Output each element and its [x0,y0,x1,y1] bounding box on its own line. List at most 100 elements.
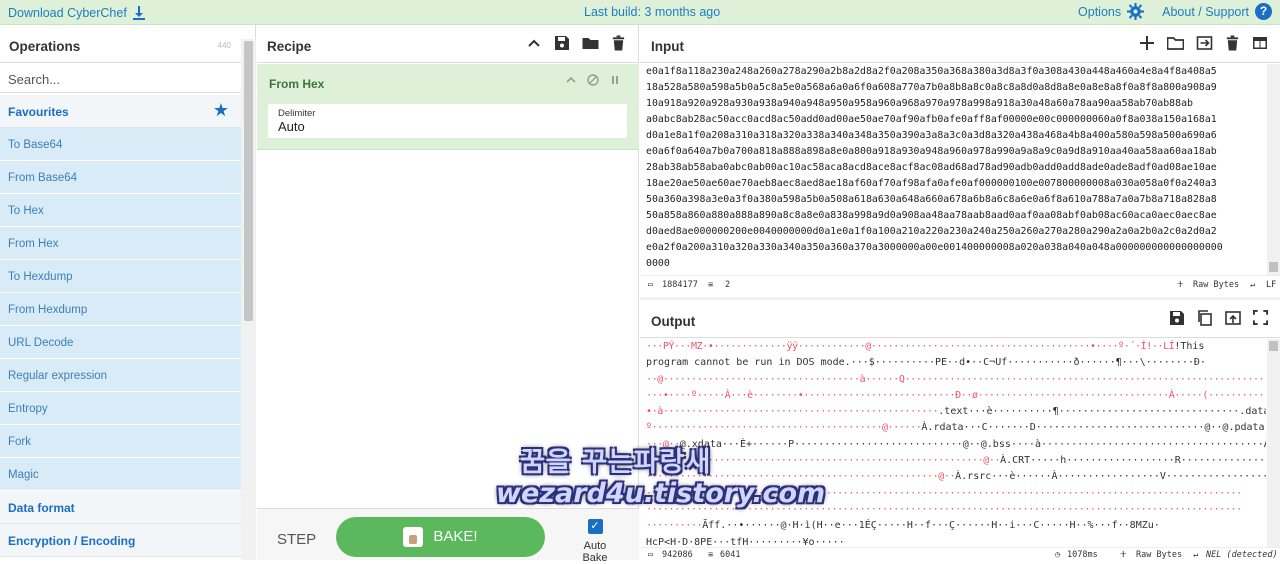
output-scrollbar[interactable] [1267,339,1280,547]
output-header: Output [640,300,1280,338]
input-encoding[interactable]: Raw Bytes [1193,280,1239,290]
bake-button[interactable]: BAKE! [336,517,545,557]
operation-item[interactable]: Magic [0,458,241,491]
output-line-text: @.xdata···È+······P·····················… [679,438,1266,450]
bake-label: BAKE! [433,528,478,545]
add-tab-icon[interactable] [1139,35,1155,51]
input-length: 1884177 [662,280,698,290]
operation-item[interactable]: Regular expression [0,359,241,392]
output-line: program cannot be run in DOS mode.···$··… [646,355,1266,371]
gear-icon[interactable] [1127,3,1145,20]
encoding-icon: ⵜ [1177,280,1184,290]
download-link[interactable]: Download CyberChef [8,5,147,21]
operation-item[interactable]: URL Decode [0,326,241,359]
delimiter-value: Auto [278,119,305,134]
operation-label: Data format [8,501,75,515]
input-textarea[interactable]: e0a1f8a118a230a248a260a278a290a2b8a2d8a2… [646,64,1266,276]
operation-item[interactable]: To Hexdump [0,260,241,293]
auto-bake-toggle[interactable]: ✓ Auto Bake [570,519,620,564]
download-label: Download CyberChef [8,6,127,20]
operation-item[interactable]: Entropy [0,392,241,425]
output-length: 942086 [662,550,693,560]
output-line: º·······································… [646,420,1266,436]
input-panel: Input e0a1f8a118a230a248a260a278a290a2b8… [640,25,1280,297]
open-folder-icon[interactable] [1167,35,1184,51]
replace-input-icon[interactable] [1225,310,1241,326]
output-panel: Output ···PÝ···MZ·•·············ÿÿ······… [640,300,1280,560]
auto-bake-checkbox[interactable]: ✓ [587,519,603,534]
output-line-control-chars: º·······································… [646,422,922,434]
recipe-operation-from-hex[interactable]: From Hex Delimiter Auto [257,64,639,150]
operations-title: Operations [9,39,81,54]
operation-label: To Base64 [8,139,63,151]
input-line: e0a2f0a200a310a320a330a340a350a360a370a3… [646,242,1223,253]
output-line: ···•····º·····À···è········•············… [646,388,1266,404]
output-line-control-chars: ···PÝ···MZ·•·············ÿÿ············@… [646,341,1175,352]
search-input[interactable]: Search... [0,63,255,93]
chevron-up-icon[interactable] [565,74,577,86]
operation-label: To Hexdump [8,271,73,283]
download-icon [132,6,145,20]
length-icon: ▭ [648,280,654,290]
delimiter-field[interactable]: Delimiter Auto [268,104,627,138]
copy-icon[interactable] [1197,310,1213,326]
pause-icon[interactable] [609,74,621,86]
about-link[interactable]: About / Support [1162,5,1249,19]
input-line: a0abc8ab28ac50acc0acd8ac50add0ad00ae50ae… [646,114,1217,125]
output-line: ··@···································à·… [646,372,1266,388]
output-eol[interactable]: NEL (detected) [1206,550,1278,560]
operation-item[interactable]: To Hex [0,194,241,227]
input-line: 10a918a920a928a930a938a940a948a950a958a9… [646,98,1193,109]
options-link[interactable]: Options [1078,5,1121,19]
auto-bake-label: Auto Bake [582,540,608,564]
input-eol[interactable]: LF [1266,280,1276,290]
input-line: 18a528a580a598a5b0a5c8a5e0a568a6a0a6f0a6… [646,82,1217,93]
length-icon: ▭ [648,550,654,560]
operation-label: From Hexdump [8,304,88,316]
operation-label: From Base64 [8,172,78,184]
input-line: 50a858a860a880a888a890a8c8a8e0a838a998a9… [646,210,1217,221]
output-line-control-chars: ·········· [646,520,703,532]
output-line: HcP<H·D·8PE···tfH·········¥o····· [646,535,1266,547]
output-line-text: À.rdata···C·······D·····················… [921,422,1266,434]
input-lines: 2 [725,280,731,290]
chevron-up-icon[interactable] [526,35,542,51]
save-icon[interactable] [554,35,570,51]
operation-name: From Hex [269,77,325,91]
step-button[interactable]: STEP [277,531,316,548]
operation-item[interactable]: Fork [0,425,241,458]
operation-category[interactable]: Encryption / Encoding [0,524,241,557]
recipe-header: Recipe [257,25,638,63]
operations-scrollbar[interactable] [241,39,256,560]
top-banner: Download CyberChef Last build: 3 months … [0,0,1280,25]
input-scrollbar[interactable] [1267,64,1280,276]
operation-item[interactable]: From Hex [0,227,241,260]
operation-item[interactable]: From Hexdump [0,293,241,326]
open-file-icon[interactable] [1196,35,1213,51]
disable-icon[interactable] [587,74,599,86]
output-text[interactable]: ···PÝ···MZ·•·············ÿÿ············@… [646,339,1266,547]
operation-item[interactable]: From Base64 [0,161,241,194]
output-line-text: program cannot be run in DOS mode.···$··… [646,357,1206,369]
trash-icon[interactable] [1225,35,1240,51]
operations-count: 440 [217,41,231,50]
operation-item[interactable]: To Base64 [0,128,241,161]
lines-icon: ≡ [708,550,714,560]
operation-label: Entropy [8,403,48,415]
help-icon[interactable]: ? [1255,3,1272,20]
input-header: Input [640,25,1280,63]
operation-label: Favourites [8,105,69,119]
output-line-text: À.CRT·····h··················R··········… [1000,455,1266,467]
input-line: e0a6f0a640a7b0a700a818a888a898a8e0a800a9… [646,146,1217,157]
operation-category[interactable]: Data format [0,491,241,524]
maximize-icon[interactable] [1253,310,1268,325]
operations-header: Operations 440 [0,25,255,63]
folder-icon[interactable] [582,35,599,51]
operation-category[interactable]: Favourites ★ [0,95,241,128]
trash-icon[interactable] [611,35,626,51]
save-icon[interactable] [1169,310,1185,326]
output-encoding[interactable]: Raw Bytes [1136,550,1182,560]
layout-icon[interactable] [1252,35,1268,51]
clock-icon: ◷ [1055,550,1061,560]
watermark-title: 꿈을 꾸는파랑새 [520,447,712,478]
